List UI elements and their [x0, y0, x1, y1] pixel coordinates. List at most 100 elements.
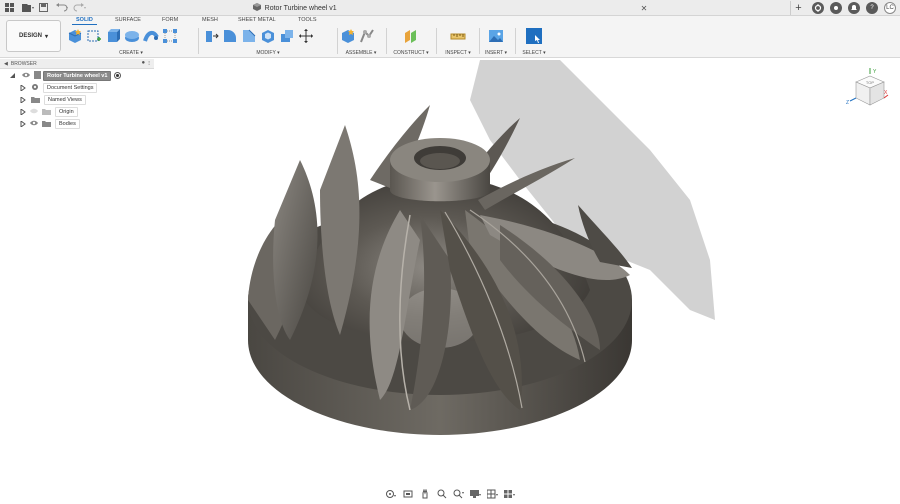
close-tab-icon[interactable]: ✕ [641, 4, 648, 13]
tree-label-root: Rotor Turbine wheel v1 [43, 71, 112, 81]
redo-icon[interactable] [73, 3, 86, 12]
file-menu-icon[interactable] [22, 3, 34, 12]
ribbon-divider [386, 28, 387, 54]
ribbon-divider [337, 28, 338, 54]
collapse-triangle-icon[interactable]: ◀ [4, 61, 8, 67]
folder-icon [42, 108, 51, 117]
extensions-icon[interactable] [812, 2, 824, 14]
axis-z-label: Z [846, 100, 849, 106]
notifications-icon[interactable] [848, 2, 860, 14]
modify-menu[interactable]: MODIFY ▾ [203, 50, 333, 56]
view-cube[interactable]: TOP Y Z X [846, 68, 890, 112]
construct-label: CONSTRUCT [393, 50, 425, 56]
grid-snaps-icon[interactable] [487, 489, 499, 499]
tree-row-bodies[interactable]: Bodies [0, 118, 160, 130]
help-icon[interactable]: ? [866, 2, 878, 14]
press-pull-icon[interactable] [203, 28, 219, 44]
ribbon-divider [515, 28, 516, 54]
viewports-icon[interactable] [504, 489, 516, 499]
document-cube-icon [252, 3, 261, 13]
select-label: SELECT [522, 50, 542, 56]
panel-toggle-icon[interactable]: ⁝ [148, 60, 150, 67]
sweep-icon[interactable] [143, 28, 159, 44]
new-assembly-component-icon[interactable] [340, 28, 356, 44]
tree-row-root[interactable]: Rotor Turbine wheel v1 [0, 70, 160, 82]
tree-row-document-settings[interactable]: Document Settings [0, 82, 160, 94]
extrude-icon[interactable] [105, 28, 121, 44]
offset-plane-icon[interactable] [403, 28, 419, 44]
shell-icon[interactable] [260, 28, 276, 44]
tab-form[interactable]: FORM [162, 17, 178, 23]
chevron-down-icon: ▾ [45, 33, 49, 40]
create-sketch-icon[interactable] [86, 28, 102, 44]
tab-tools[interactable]: TOOLS [298, 17, 317, 23]
insert-label: INSERT [484, 50, 504, 56]
tree-row-named-views[interactable]: Named Views [0, 94, 160, 106]
insert-menu[interactable]: INSERT ▾ [482, 50, 510, 56]
browser-title: BROWSER [10, 60, 37, 67]
construct-group: CONSTRUCT ▾ [390, 26, 432, 56]
workspace-switcher[interactable]: DESIGN ▾ [6, 20, 61, 52]
eye-icon[interactable] [30, 120, 38, 128]
folder-icon [31, 96, 40, 105]
chamfer-icon[interactable] [241, 28, 257, 44]
inspect-menu[interactable]: INSPECT ▾ [440, 50, 476, 56]
expand-triangle-icon[interactable] [20, 120, 26, 128]
insert-group: INSERT ▾ [482, 26, 510, 56]
tree-row-origin[interactable]: Origin [0, 106, 160, 118]
title-bar-left [0, 3, 86, 12]
user-avatar[interactable]: LC [884, 2, 896, 14]
modify-label: MODIFY [256, 50, 276, 56]
measure-icon[interactable] [450, 28, 466, 44]
select-group: SELECT ▾ [519, 26, 549, 56]
job-status-icon[interactable] [830, 2, 842, 14]
construct-menu[interactable]: CONSTRUCT ▾ [390, 50, 432, 56]
tree-label-named-views: Named Views [44, 95, 86, 105]
display-settings-icon[interactable] [470, 489, 482, 499]
insert-image-icon[interactable] [488, 28, 504, 44]
expand-triangle-icon[interactable] [20, 108, 26, 116]
eye-icon[interactable] [22, 72, 30, 80]
create-menu[interactable]: CREATE ▾ [67, 50, 195, 56]
folder-icon [42, 120, 51, 129]
expand-triangle-icon[interactable] [10, 73, 16, 79]
pin-icon[interactable]: ● [141, 60, 145, 67]
orbit-icon[interactable] [385, 489, 397, 499]
tab-sheet-metal[interactable]: SHEET METAL [238, 17, 276, 23]
revolve-icon[interactable] [124, 28, 140, 44]
workspace-label: DESIGN [18, 33, 42, 39]
tab-surface[interactable]: SURFACE [115, 17, 141, 23]
move-icon[interactable] [298, 28, 314, 44]
create-label: CREATE [119, 50, 139, 56]
new-tab-button[interactable]: + [790, 1, 806, 15]
new-component-icon[interactable] [67, 28, 83, 44]
view-cube-face-label: TOP [866, 80, 874, 85]
undo-icon[interactable] [56, 3, 68, 12]
fillet-icon[interactable] [222, 28, 238, 44]
modify-group: MODIFY ▾ [203, 26, 333, 56]
expand-triangle-icon[interactable] [20, 84, 26, 92]
zoom-icon[interactable] [436, 489, 448, 499]
inspect-label: INSPECT [445, 50, 467, 56]
expand-triangle-icon[interactable] [20, 96, 26, 104]
pattern-icon[interactable] [162, 28, 178, 44]
assemble-group: ASSEMBLE ▾ [340, 26, 382, 56]
joint-icon[interactable] [359, 28, 375, 44]
tab-mesh[interactable]: MESH [202, 17, 218, 23]
document-title: Rotor Turbine wheel v1 ✕ [0, 0, 900, 16]
fit-icon[interactable] [453, 489, 465, 499]
assemble-menu[interactable]: ASSEMBLE ▾ [340, 50, 382, 56]
look-at-icon[interactable] [402, 489, 414, 499]
browser-panel-header[interactable]: ◀ BROWSER ● ⁝ [0, 59, 154, 69]
eye-hidden-icon[interactable] [30, 108, 38, 116]
app-grid-icon[interactable] [5, 3, 14, 12]
toolbar-ribbon: DESIGN ▾ SOLID SURFACE FORM MESH SHEET M… [0, 16, 900, 58]
pan-icon[interactable] [419, 489, 431, 499]
save-icon[interactable] [39, 3, 48, 12]
activate-radio-icon[interactable] [114, 71, 122, 81]
tab-solid[interactable]: SOLID [72, 17, 97, 25]
combine-icon[interactable] [279, 28, 295, 44]
select-icon[interactable] [526, 28, 542, 44]
browser-tree: Rotor Turbine wheel v1 Document Settings… [0, 70, 160, 130]
select-menu[interactable]: SELECT ▾ [519, 50, 549, 56]
